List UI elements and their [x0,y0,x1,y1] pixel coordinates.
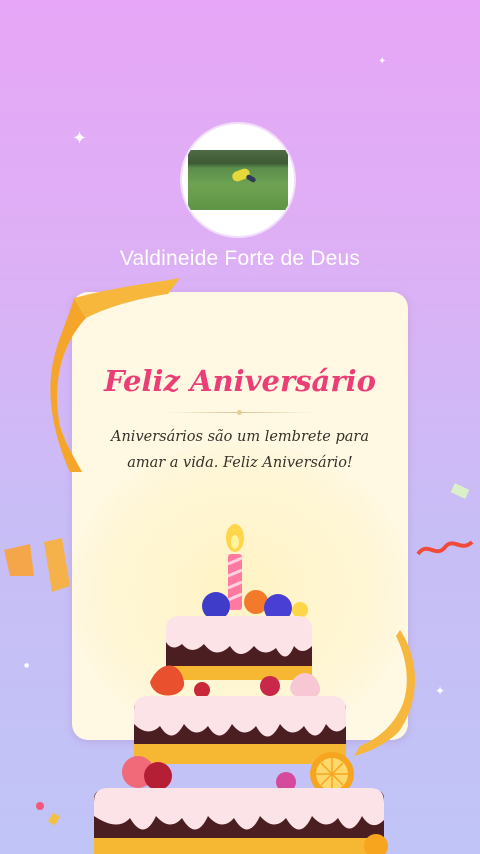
sparkle-icon: ✦ [378,56,387,67]
sparkle-icon: ● [24,662,30,669]
card-message: Aniversários são um lembrete para amar a… [111,429,369,471]
sparkle-icon: ✦ [72,128,88,149]
avatar-photo-figure-shadow [245,173,257,184]
profile-name: Valdineide Forte de Deus [119,247,361,270]
avatar-photo [188,150,288,210]
confetti-decoration [416,483,474,556]
ribbon-decoration [4,538,70,592]
confetti-decoration [36,802,60,826]
profile-avatar[interactable] [182,124,294,236]
title-divider [166,410,314,415]
sparkle-icon: ✦ [435,684,446,698]
card-title: Feliz Aniversário [104,364,376,398]
birthday-cake-illustration [94,524,388,854]
